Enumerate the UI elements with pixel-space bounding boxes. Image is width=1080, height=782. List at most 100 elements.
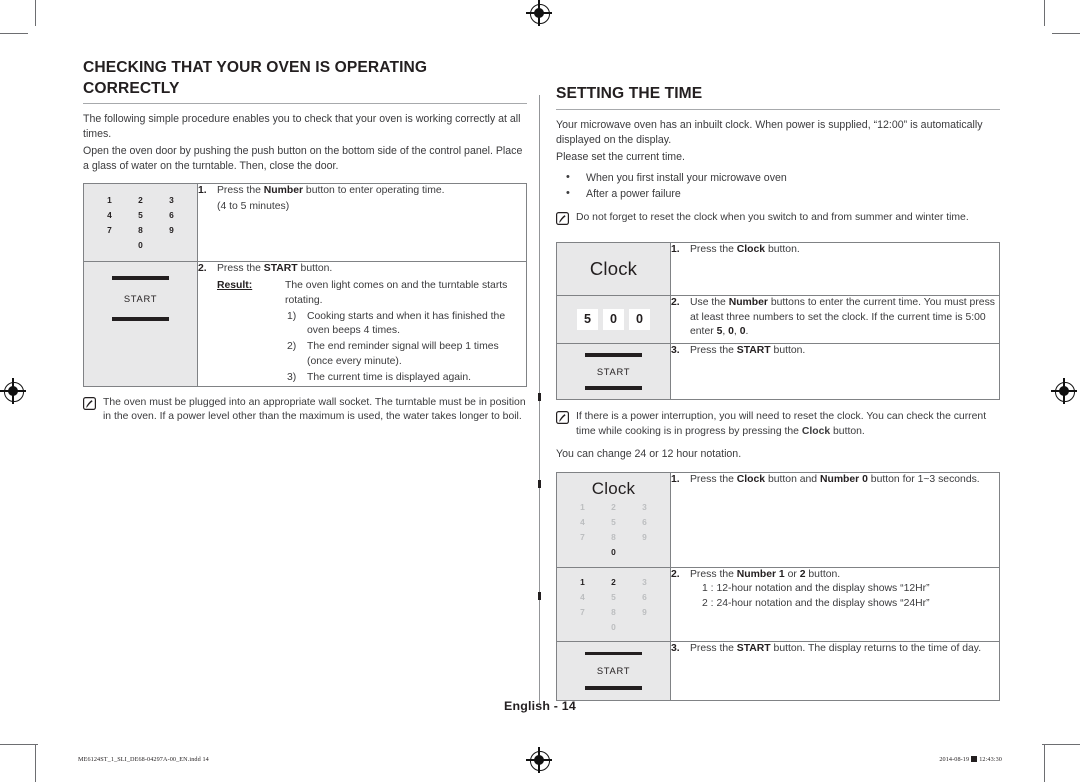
notation-step-2-text-a: Press the xyxy=(690,568,737,580)
step-1-number: 1. xyxy=(198,185,207,197)
crop-mark-bottom-right-v xyxy=(1044,744,1046,782)
key-2-highlighted[interactable]: 2 xyxy=(598,575,629,590)
left-steps-table: 1 2 3 4 5 6 7 8 9 0 1. Press the Number … xyxy=(83,183,527,387)
key-5[interactable]: 5 xyxy=(125,208,156,223)
key-6[interactable]: 6 xyxy=(156,208,187,223)
start-graphic-cell: START xyxy=(83,261,198,387)
result-item: The end reminder signal will beep 1 time… xyxy=(287,340,499,367)
step-1-text-b: button to enter operating time. xyxy=(303,185,445,197)
key-blank-left: . xyxy=(567,620,598,635)
right-clock-table: Clock 1. Press the Clock button. 5 0 0 2… xyxy=(556,241,1000,400)
crop-mark-top-right-v xyxy=(1044,0,1046,26)
key-1[interactable]: 1 xyxy=(94,193,125,208)
key-7[interactable]: 7 xyxy=(94,223,125,238)
notation-step-1-cell: 1. Press the Clock button and Number 0 b… xyxy=(670,471,1000,568)
right-intro-paragraph-1: Your microwave oven has an inbuilt clock… xyxy=(556,118,983,146)
clock-keypad-graphic: Clock 1 2 3 4 5 6 7 8 9 0 xyxy=(557,473,670,567)
right-heading-rule xyxy=(556,108,1000,110)
notation-step-2-text-b: or xyxy=(784,568,800,580)
start-button-graphic[interactable]: START xyxy=(84,262,197,334)
table-row: START 3. Press the START button. The dis… xyxy=(556,640,1000,701)
step-2-text-cell: 2. Press the START button. Result: The o… xyxy=(197,261,527,387)
key-2[interactable]: 2 xyxy=(598,500,629,515)
clock-step-2-text-b: buttons to enter the current time. xyxy=(767,296,922,308)
keypad-graphic: 1 2 3 4 5 6 7 8 9 0 xyxy=(84,184,197,261)
clock-step-1-text-a: Press the xyxy=(690,243,737,255)
registration-mark-bottom xyxy=(526,747,552,773)
clock-step-2-text-a: Use the xyxy=(690,296,729,308)
notation-step-3-line: 3. Press the START button. The display r… xyxy=(671,642,999,657)
digit-1[interactable]: 5 xyxy=(577,308,598,330)
list-item: When you first install your microwave ov… xyxy=(556,169,1000,186)
key-9[interactable]: 9 xyxy=(156,223,187,238)
clock-step-3-body: Press the START button. xyxy=(690,344,999,359)
right-note-top: Do not forget to reset the clock when yo… xyxy=(556,211,1000,230)
keypad-row: 7 8 9 xyxy=(557,605,670,620)
footer-date: 2014-08-19 xyxy=(939,756,970,763)
clock-button-graphic[interactable]: Clock xyxy=(557,243,670,295)
start-button-graphic[interactable]: START xyxy=(557,642,670,700)
start-button-graphic[interactable]: START xyxy=(557,344,670,399)
step-1-line: 1. Press the Number button to enter oper… xyxy=(198,184,526,215)
key-0-highlighted[interactable]: 0 xyxy=(598,545,629,560)
key-3[interactable]: 3 xyxy=(629,575,660,590)
start-graphic-cell-3: START xyxy=(556,640,671,701)
clock-step-2-bold: Number xyxy=(728,296,768,308)
key-0[interactable]: 0 xyxy=(125,238,156,253)
key-1[interactable]: 1 xyxy=(567,500,598,515)
left-note: The oven must be plugged into an appropr… xyxy=(83,396,527,426)
key-7[interactable]: 7 xyxy=(567,530,598,545)
clock-label: Clock xyxy=(589,257,638,279)
start-graphic-cell-2: START xyxy=(556,342,671,400)
table-row: START 3. Press the START button. xyxy=(556,342,1000,400)
key-4[interactable]: 4 xyxy=(567,590,598,605)
keypad-graphic-highlight-12: 1 2 3 4 5 6 7 8 9 0 xyxy=(557,568,670,641)
clock-step-3-text-b: button. xyxy=(770,344,806,356)
notation-option-24hr: 2 : 24-hour notation and the display sho… xyxy=(702,598,930,610)
key-5[interactable]: 5 xyxy=(598,515,629,530)
notation-step-3-text-b: button. The display returns to the time … xyxy=(770,642,982,654)
digit-display-cell: 5 0 0 xyxy=(556,294,671,344)
key-2[interactable]: 2 xyxy=(125,193,156,208)
keypad-row: 7 8 9 xyxy=(84,223,197,238)
key-0[interactable]: 0 xyxy=(598,620,629,635)
registration-mark-right xyxy=(1051,378,1077,404)
note-mid-bold-clock: Clock xyxy=(801,425,831,437)
key-3[interactable]: 3 xyxy=(156,193,187,208)
registration-mark-left xyxy=(0,378,26,404)
table-row: 1 2 3 4 5 6 7 8 9 xyxy=(556,566,1000,642)
keypad-row: 7 8 9 xyxy=(557,530,670,545)
notation-step-3-text-a: Press the xyxy=(690,642,737,654)
key-4[interactable]: 4 xyxy=(567,515,598,530)
key-9[interactable]: 9 xyxy=(629,605,660,620)
key-8[interactable]: 8 xyxy=(125,223,156,238)
key-blank-left: . xyxy=(94,238,125,253)
key-1-highlighted[interactable]: 1 xyxy=(567,575,598,590)
key-4[interactable]: 4 xyxy=(94,208,125,223)
clock-keypad-graphic-cell: Clock 1 2 3 4 5 6 7 8 9 0 xyxy=(556,471,671,568)
step-2-result-row: Result: The oven light comes on and the … xyxy=(217,279,526,309)
result-item: The current time is displayed again. xyxy=(287,371,472,386)
step-2-bold-start: START xyxy=(263,263,298,275)
start-bar-bottom xyxy=(585,686,642,690)
key-6[interactable]: 6 xyxy=(629,515,660,530)
key-8[interactable]: 8 xyxy=(598,605,629,620)
key-8[interactable]: 8 xyxy=(598,530,629,545)
clock-step-1-body: Press the Clock button. xyxy=(690,243,999,258)
notation-step-2-line: 2. Press the Number 1 or 2 button. 1 : 1… xyxy=(671,568,999,612)
keypad-row: . 0 . xyxy=(557,545,670,560)
right-note-top-text: Do not forget to reset the clock when yo… xyxy=(576,211,969,223)
key-5[interactable]: 5 xyxy=(598,590,629,605)
key-3[interactable]: 3 xyxy=(629,500,660,515)
key-9[interactable]: 9 xyxy=(629,530,660,545)
notation-step-2-text-c: button. xyxy=(805,568,841,580)
right-bullet-list: When you first install your microwave ov… xyxy=(556,169,1000,202)
clock-step-3-number: 3. xyxy=(671,344,680,356)
step-2-text-b: button. xyxy=(297,263,333,275)
digit-2[interactable]: 0 xyxy=(603,308,624,330)
key-7[interactable]: 7 xyxy=(567,605,598,620)
key-6[interactable]: 6 xyxy=(629,590,660,605)
clock-graphic-cell: Clock xyxy=(556,241,671,296)
digit-3[interactable]: 0 xyxy=(629,308,650,330)
start-label: START xyxy=(123,292,158,304)
